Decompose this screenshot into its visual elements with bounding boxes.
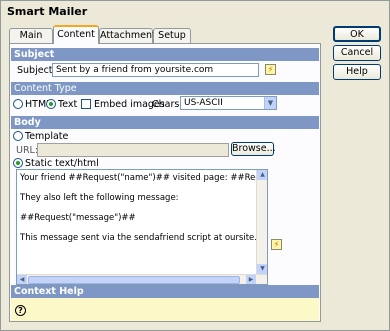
content-panel: Subject Subject: Sent by a friend from y… [9,43,321,322]
dialog-title: Smart Mailer [7,5,88,18]
body-line: This message sent via the sendafriend sc… [20,233,267,243]
tab-attachments[interactable]: Attachments [99,28,161,44]
subject-label: Subject: [17,65,56,76]
text-radio[interactable] [46,99,56,109]
content-type-header: Content Type [11,82,319,95]
body-line: Your friend ##Request("name")## visited … [20,173,267,183]
browse-button[interactable]: Browse... [231,142,276,156]
body-line: They also left the following message: [20,193,179,203]
charset-select[interactable]: US-ASCII ▼ [180,96,277,110]
question-icon: ? [15,305,26,316]
scroll-left-icon[interactable]: ◀ [17,275,27,284]
scroll-up-icon[interactable]: ▲ [257,170,267,180]
horizontal-scrollbar[interactable]: ◀ ▶ [17,274,267,284]
context-help-header: Context Help [11,285,319,298]
help-button[interactable]: Help [333,64,381,80]
url-label: URL: [16,145,39,156]
body-header: Body [11,116,319,129]
chevron-down-icon[interactable]: ▼ [264,97,276,109]
body-textarea[interactable]: Your friend ##Request("name")## visited … [16,169,268,285]
text-label: Text [58,99,78,110]
vertical-scrollbar[interactable]: ▲ ▼ [256,170,267,284]
subject-header: Subject [11,48,319,61]
context-help-area: Context Help ? [11,285,319,321]
static-text-radio[interactable] [13,158,23,168]
url-input[interactable] [37,143,229,157]
subject-input[interactable]: Sent by a friend from yoursite.com [52,63,259,77]
cancel-button[interactable]: Cancel [333,45,381,61]
html-radio[interactable] [13,99,23,109]
dynamic-data-icon[interactable]: ⚡ [271,239,282,250]
scroll-down-icon[interactable]: ▼ [257,264,267,274]
body-line: ##Request("message")## [20,213,136,223]
smart-mailer-dialog: Smart Mailer Main Content Attachments Se… [0,0,390,331]
charset-value: US-ASCII [184,98,223,108]
tab-content[interactable]: Content [53,25,99,44]
tab-main[interactable]: Main [9,28,53,44]
template-label: Template [25,131,69,142]
tab-setup[interactable]: Setup [153,28,191,44]
scroll-thumb[interactable] [28,276,240,284]
ok-button[interactable]: OK [333,26,381,42]
static-text-label: Static text/html [25,158,99,169]
scroll-right-icon[interactable]: ▶ [246,275,256,284]
template-radio[interactable] [13,131,23,141]
embed-images-checkbox[interactable] [81,99,91,109]
dynamic-data-icon[interactable]: ⚡ [265,64,276,75]
